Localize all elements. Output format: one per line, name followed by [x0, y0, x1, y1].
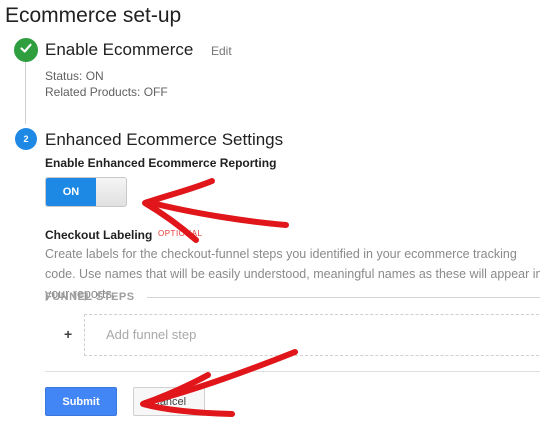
- optional-tag: OPTIONAL: [158, 229, 203, 238]
- funnel-divider: [147, 297, 540, 298]
- footer-divider: [45, 371, 540, 372]
- enhanced-reporting-toggle[interactable]: ON: [45, 177, 127, 207]
- add-funnel-step-input[interactable]: Add funnel step: [84, 314, 540, 356]
- step-number-badge: 2: [15, 128, 37, 150]
- step1-title: Enable Ecommerce: [45, 40, 194, 59]
- submit-button[interactable]: Submit: [45, 387, 117, 416]
- funnel-steps-header: FUNNEL STEPS: [45, 291, 135, 303]
- step-connector-line: [25, 62, 26, 124]
- related-products-text: Related Products: OFF: [45, 85, 168, 99]
- check-icon: [19, 41, 33, 60]
- toggle-knob: [96, 178, 126, 206]
- add-step-plus-icon[interactable]: +: [64, 326, 72, 342]
- enhanced-reporting-label: Enable Enhanced Ecommerce Reporting: [45, 156, 277, 170]
- toggle-on-label: ON: [46, 178, 96, 206]
- checkout-labeling-label: Checkout Labeling: [45, 228, 153, 242]
- status-text: Status: ON: [45, 69, 104, 83]
- step-complete-badge: [14, 38, 38, 62]
- edit-link[interactable]: Edit: [211, 44, 232, 58]
- page-title: Ecommerce set-up: [5, 4, 182, 27]
- step2-title: Enhanced Ecommerce Settings: [45, 130, 284, 149]
- cancel-button[interactable]: Cancel: [133, 387, 205, 416]
